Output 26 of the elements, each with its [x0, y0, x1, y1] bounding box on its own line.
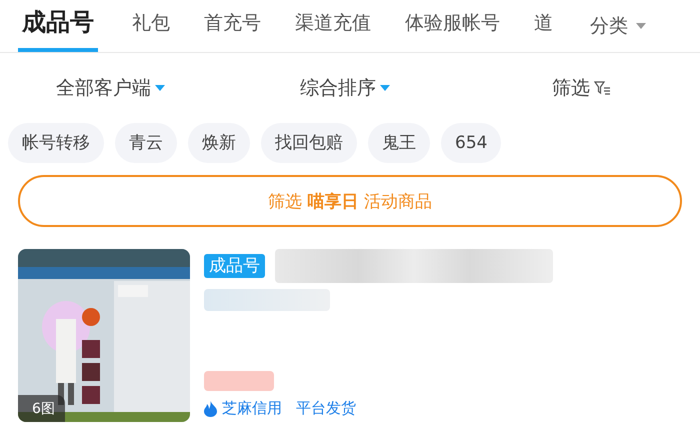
service-label: 平台发货 — [296, 399, 356, 418]
dropdown[interactable]: 综合排序 — [300, 75, 552, 101]
dropdown[interactable]: 全部客户端 — [56, 75, 300, 101]
tab[interactable]: 道 — [534, 0, 558, 52]
tag-chip[interactable]: 焕新 — [188, 123, 250, 163]
tag-chip[interactable]: 找回包赔 — [261, 123, 357, 163]
category-menu[interactable]: 分类 — [590, 13, 646, 39]
filter-button[interactable]: 筛选 — [552, 75, 611, 101]
image-count-badge: 6图 — [18, 395, 65, 422]
tab[interactable]: 首充号 — [204, 0, 261, 52]
tag-chip[interactable]: 鬼王 — [368, 123, 430, 163]
tag-chip[interactable]: 654 — [441, 123, 502, 163]
service-label: 芝麻信用 — [222, 399, 282, 418]
tab[interactable]: 体验服帐号 — [405, 0, 500, 52]
tab[interactable]: 渠道充值 — [295, 0, 371, 52]
caret-icon — [155, 85, 165, 91]
blurred-price — [204, 371, 274, 391]
category-badge: 成品号 — [204, 254, 265, 278]
caret-icon — [636, 23, 646, 29]
tab[interactable]: 成品号 — [18, 0, 98, 52]
flame-icon — [204, 400, 217, 416]
caret-icon — [380, 85, 390, 91]
tag-chip[interactable]: 青云 — [115, 123, 177, 163]
tag-chip[interactable]: 帐号转移 — [8, 123, 104, 163]
tab[interactable]: 礼包 — [132, 0, 170, 52]
filter-icon — [594, 81, 611, 95]
